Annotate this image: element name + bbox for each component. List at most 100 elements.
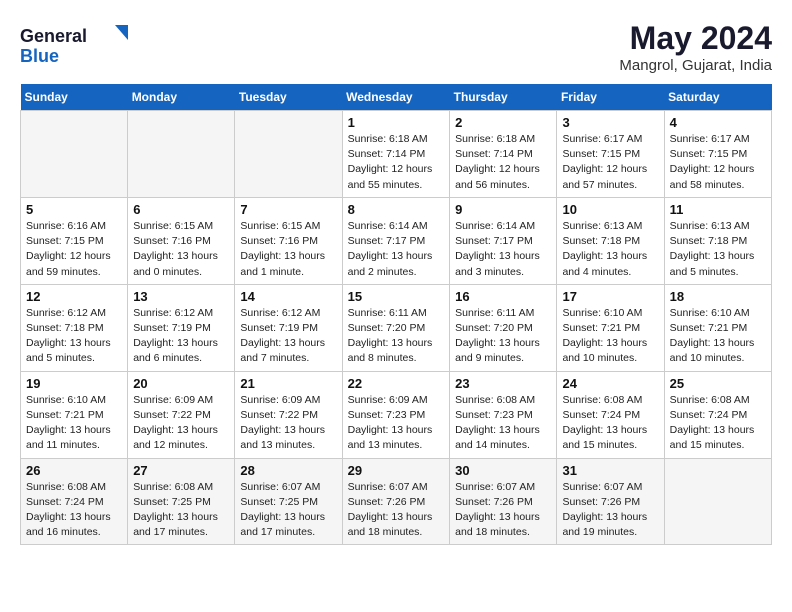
day-info: Sunrise: 6:10 AM Sunset: 7:21 PM Dayligh… — [26, 393, 122, 454]
weekday-header: Sunday — [21, 84, 128, 111]
day-number: 24 — [562, 376, 658, 391]
svg-text:General: General — [20, 26, 87, 46]
calendar-cell: 4 Sunrise: 6:17 AM Sunset: 7:15 PM Daylig… — [664, 111, 771, 198]
calendar-cell: 9Sunrise: 6:14 AM Sunset: 7:17 PM Daylig… — [450, 197, 557, 284]
calendar-cell: 25 Sunrise: 6:08 AM Sunset: 7:24 PM Dayli… — [664, 371, 771, 458]
day-number: 26 — [26, 463, 122, 478]
day-info: Sunrise: 6:07 AM Sunset: 7:26 PM Dayligh… — [562, 480, 658, 541]
day-number: 13 — [133, 289, 229, 304]
calendar-cell: 16 Sunrise: 6:11 AM Sunset: 7:20 PM Dayli… — [450, 284, 557, 371]
day-number: 1 — [348, 115, 445, 130]
weekday-header: Monday — [128, 84, 235, 111]
calendar-cell: 6 Sunrise: 6:15 AM Sunset: 7:16 PM Daylig… — [128, 197, 235, 284]
calendar-cell: 2 Sunrise: 6:18 AM Sunset: 7:14 PM Daylig… — [450, 111, 557, 198]
calendar-cell: 24 Sunrise: 6:08 AM Sunset: 7:24 PM Dayli… — [557, 371, 664, 458]
day-info: Sunrise: 6:14 AM Sunset: 7:17 PM Dayligh… — [455, 219, 551, 280]
day-info: Sunrise: 6:08 AM Sunset: 7:25 PM Dayligh… — [133, 480, 229, 541]
day-info: Sunrise: 6:07 AM Sunset: 7:26 PM Dayligh… — [348, 480, 445, 541]
day-number: 27 — [133, 463, 229, 478]
calendar-week-row: 1 Sunrise: 6:18 AM Sunset: 7:14 PM Daylig… — [21, 111, 772, 198]
calendar-cell: 27 Sunrise: 6:08 AM Sunset: 7:25 PM Dayli… — [128, 458, 235, 545]
calendar-cell: 8 Sunrise: 6:14 AM Sunset: 7:17 PM Daylig… — [342, 197, 450, 284]
weekday-header: Saturday — [664, 84, 771, 111]
calendar-week-row: 12Sunrise: 6:12 AM Sunset: 7:18 PM Dayli… — [21, 284, 772, 371]
calendar-cell: 21 Sunrise: 6:09 AM Sunset: 7:22 PM Dayli… — [235, 371, 342, 458]
day-number: 19 — [26, 376, 122, 391]
calendar-cell: 19 Sunrise: 6:10 AM Sunset: 7:21 PM Dayli… — [21, 371, 128, 458]
day-number: 10 — [562, 202, 658, 217]
day-number: 15 — [348, 289, 445, 304]
calendar-week-row: 26 Sunrise: 6:08 AM Sunset: 7:24 PM Dayli… — [21, 458, 772, 545]
day-number: 23 — [455, 376, 551, 391]
day-number: 21 — [240, 376, 336, 391]
month-title: May 2024 — [619, 20, 772, 57]
calendar-cell: 22Sunrise: 6:09 AM Sunset: 7:23 PM Dayli… — [342, 371, 450, 458]
calendar-cell: 17 Sunrise: 6:10 AM Sunset: 7:21 PM Dayli… — [557, 284, 664, 371]
calendar-week-row: 5Sunrise: 6:16 AM Sunset: 7:15 PM Daylig… — [21, 197, 772, 284]
day-info: Sunrise: 6:12 AM Sunset: 7:19 PM Dayligh… — [133, 306, 229, 367]
calendar-cell — [128, 111, 235, 198]
day-info: Sunrise: 6:13 AM Sunset: 7:18 PM Dayligh… — [670, 219, 766, 280]
day-number: 16 — [455, 289, 551, 304]
calendar-cell: 3 Sunrise: 6:17 AM Sunset: 7:15 PM Daylig… — [557, 111, 664, 198]
day-info: Sunrise: 6:10 AM Sunset: 7:21 PM Dayligh… — [670, 306, 766, 367]
calendar-cell: 10 Sunrise: 6:13 AM Sunset: 7:18 PM Dayli… — [557, 197, 664, 284]
day-number: 14 — [240, 289, 336, 304]
day-number: 30 — [455, 463, 551, 478]
day-number: 3 — [562, 115, 658, 130]
calendar-cell — [21, 111, 128, 198]
calendar-week-row: 19 Sunrise: 6:10 AM Sunset: 7:21 PM Dayli… — [21, 371, 772, 458]
day-number: 4 — [670, 115, 766, 130]
day-info: Sunrise: 6:08 AM Sunset: 7:24 PM Dayligh… — [562, 393, 658, 454]
weekday-header: Tuesday — [235, 84, 342, 111]
day-info: Sunrise: 6:13 AM Sunset: 7:18 PM Dayligh… — [562, 219, 658, 280]
day-info: Sunrise: 6:11 AM Sunset: 7:20 PM Dayligh… — [348, 306, 445, 367]
calendar-cell: 7Sunrise: 6:15 AM Sunset: 7:16 PM Daylig… — [235, 197, 342, 284]
day-number: 11 — [670, 202, 766, 217]
calendar-cell: 12Sunrise: 6:12 AM Sunset: 7:18 PM Dayli… — [21, 284, 128, 371]
day-info: Sunrise: 6:17 AM Sunset: 7:15 PM Dayligh… — [670, 132, 766, 193]
day-info: Sunrise: 6:09 AM Sunset: 7:23 PM Dayligh… — [348, 393, 445, 454]
day-number: 2 — [455, 115, 551, 130]
day-number: 25 — [670, 376, 766, 391]
day-info: Sunrise: 6:07 AM Sunset: 7:25 PM Dayligh… — [240, 480, 336, 541]
logo: General Blue — [20, 20, 150, 70]
day-info: Sunrise: 6:11 AM Sunset: 7:20 PM Dayligh… — [455, 306, 551, 367]
weekday-header: Wednesday — [342, 84, 450, 111]
day-number: 31 — [562, 463, 658, 478]
day-info: Sunrise: 6:09 AM Sunset: 7:22 PM Dayligh… — [240, 393, 336, 454]
day-number: 8 — [348, 202, 445, 217]
day-info: Sunrise: 6:12 AM Sunset: 7:19 PM Dayligh… — [240, 306, 336, 367]
day-info: Sunrise: 6:14 AM Sunset: 7:17 PM Dayligh… — [348, 219, 445, 280]
calendar-cell: 1 Sunrise: 6:18 AM Sunset: 7:14 PM Daylig… — [342, 111, 450, 198]
day-number: 17 — [562, 289, 658, 304]
day-number: 28 — [240, 463, 336, 478]
day-number: 20 — [133, 376, 229, 391]
calendar-cell: 11 Sunrise: 6:13 AM Sunset: 7:18 PM Dayli… — [664, 197, 771, 284]
calendar-cell: 26 Sunrise: 6:08 AM Sunset: 7:24 PM Dayli… — [21, 458, 128, 545]
svg-text:Blue: Blue — [20, 46, 59, 66]
calendar-cell: 20Sunrise: 6:09 AM Sunset: 7:22 PM Dayli… — [128, 371, 235, 458]
day-info: Sunrise: 6:18 AM Sunset: 7:14 PM Dayligh… — [455, 132, 551, 193]
weekday-header-row: SundayMondayTuesdayWednesdayThursdayFrid… — [21, 84, 772, 111]
calendar-cell — [664, 458, 771, 545]
day-info: Sunrise: 6:12 AM Sunset: 7:18 PM Dayligh… — [26, 306, 122, 367]
day-number: 18 — [670, 289, 766, 304]
calendar-cell: 14 Sunrise: 6:12 AM Sunset: 7:19 PM Dayli… — [235, 284, 342, 371]
day-info: Sunrise: 6:15 AM Sunset: 7:16 PM Dayligh… — [133, 219, 229, 280]
calendar-cell: 28 Sunrise: 6:07 AM Sunset: 7:25 PM Dayli… — [235, 458, 342, 545]
calendar-table: SundayMondayTuesdayWednesdayThursdayFrid… — [20, 84, 772, 545]
day-info: Sunrise: 6:08 AM Sunset: 7:24 PM Dayligh… — [26, 480, 122, 541]
calendar-cell: 15 Sunrise: 6:11 AM Sunset: 7:20 PM Dayli… — [342, 284, 450, 371]
day-info: Sunrise: 6:15 AM Sunset: 7:16 PM Dayligh… — [240, 219, 336, 280]
day-info: Sunrise: 6:18 AM Sunset: 7:14 PM Dayligh… — [348, 132, 445, 193]
location: Mangrol, Gujarat, India — [619, 57, 772, 74]
day-info: Sunrise: 6:10 AM Sunset: 7:21 PM Dayligh… — [562, 306, 658, 367]
calendar-cell: 23Sunrise: 6:08 AM Sunset: 7:23 PM Dayli… — [450, 371, 557, 458]
calendar-cell: 30Sunrise: 6:07 AM Sunset: 7:26 PM Dayli… — [450, 458, 557, 545]
calendar-cell: 18 Sunrise: 6:10 AM Sunset: 7:21 PM Dayli… — [664, 284, 771, 371]
day-info: Sunrise: 6:08 AM Sunset: 7:24 PM Dayligh… — [670, 393, 766, 454]
calendar-cell: 5Sunrise: 6:16 AM Sunset: 7:15 PM Daylig… — [21, 197, 128, 284]
day-info: Sunrise: 6:17 AM Sunset: 7:15 PM Dayligh… — [562, 132, 658, 193]
day-number: 6 — [133, 202, 229, 217]
